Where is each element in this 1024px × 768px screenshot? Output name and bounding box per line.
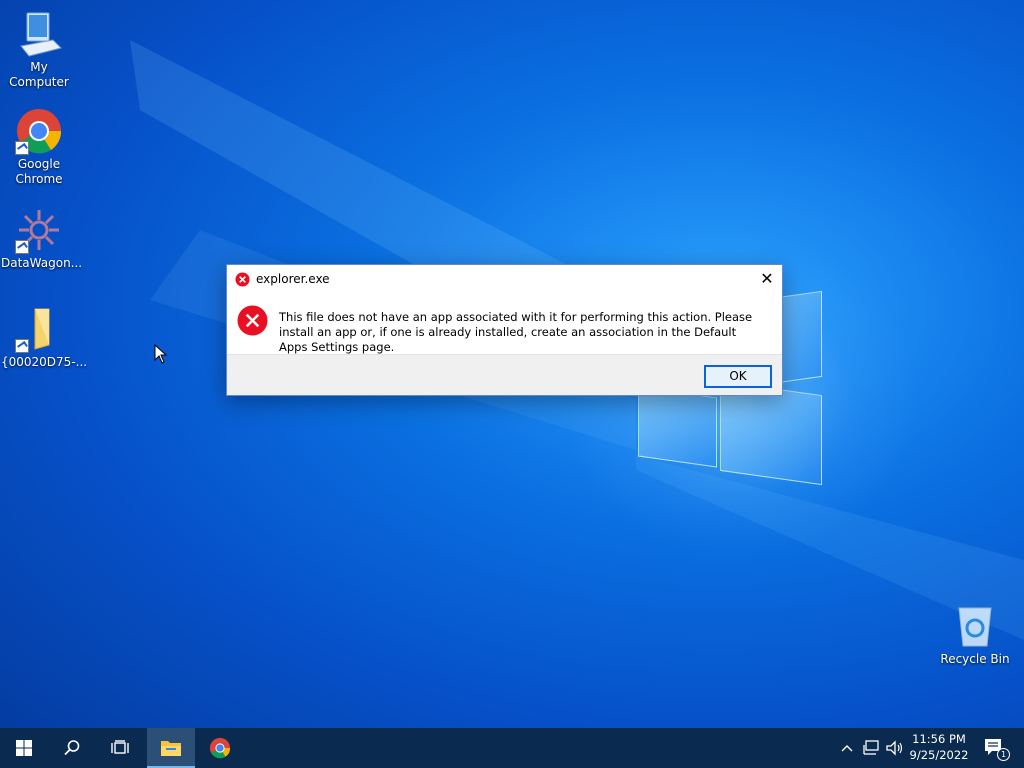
chrome-icon <box>209 737 231 759</box>
notification-count-badge: 1 <box>997 748 1010 761</box>
desktop-icon-label: Recycle Bin <box>940 652 1010 666</box>
task-view-icon <box>111 740 129 754</box>
desktop-icon-label: My Computer <box>9 60 69 89</box>
dialog-title: explorer.exe <box>256 272 330 286</box>
show-hidden-icons-button[interactable] <box>838 728 856 768</box>
clock-time: 11:56 PM <box>912 732 966 746</box>
dialog-footer: OK <box>227 354 782 395</box>
taskbar-chrome[interactable] <box>196 728 244 768</box>
task-view-button[interactable] <box>96 728 144 768</box>
search-button[interactable] <box>48 728 96 768</box>
shortcut-arrow-icon <box>15 240 29 254</box>
desktop-icon-google-chrome[interactable]: Google Chrome <box>1 107 77 187</box>
network-button[interactable] <box>860 728 882 768</box>
notification-center-button[interactable]: 1 <box>980 728 1010 768</box>
close-button[interactable]: ✕ <box>752 265 782 293</box>
windows-start-icon <box>16 740 32 756</box>
recycle-bin-icon <box>951 602 999 650</box>
desktop-icon-my-computer[interactable]: My Computer <box>1 10 77 90</box>
desktop-icon-recycle-bin[interactable]: Recycle Bin <box>937 602 1013 667</box>
network-icon <box>863 740 879 755</box>
folder-icon <box>15 305 63 353</box>
error-icon <box>237 305 268 340</box>
shortcut-arrow-icon <box>15 141 29 155</box>
wallpaper-logo-pane-br <box>720 380 822 486</box>
computer-icon <box>15 10 63 58</box>
error-dialog: explorer.exe ✕ This file does not have a… <box>226 264 783 396</box>
wallpaper-logo-pane-bl <box>638 386 717 468</box>
taskbar-file-explorer[interactable] <box>147 728 195 768</box>
shortcut-arrow-icon <box>15 339 29 353</box>
desktop-icon-label: Google Chrome <box>15 157 63 186</box>
folder-icon <box>161 741 181 756</box>
error-icon <box>235 272 250 291</box>
desktop-icon-label: DataWagon... <box>1 256 83 270</box>
desktop-icon-label: {00020D75-... <box>1 355 88 369</box>
dialog-titlebar[interactable]: explorer.exe ✕ <box>227 265 782 293</box>
dialog-body: This file does not have an app associate… <box>227 295 782 355</box>
chrome-icon <box>15 107 63 155</box>
taskbar: 11:56 PM 9/25/2022 1 <box>0 728 1024 768</box>
desktop-icon-folder-shortcut[interactable]: {00020D75-... <box>1 305 88 370</box>
search-icon <box>64 740 80 756</box>
clock[interactable]: 11:56 PM 9/25/2022 <box>906 731 972 763</box>
desktop-icon-datawagon[interactable]: DataWagon... <box>1 206 83 271</box>
chevron-up-icon <box>841 745 853 752</box>
ok-button[interactable]: OK <box>704 365 772 388</box>
volume-icon <box>886 740 903 756</box>
clock-date: 9/25/2022 <box>909 748 969 762</box>
mouse-cursor-icon <box>154 344 168 364</box>
datawagon-icon <box>15 206 63 254</box>
dialog-message: This file does not have an app associate… <box>279 310 753 354</box>
volume-button[interactable] <box>884 728 906 768</box>
start-button[interactable] <box>0 728 48 768</box>
